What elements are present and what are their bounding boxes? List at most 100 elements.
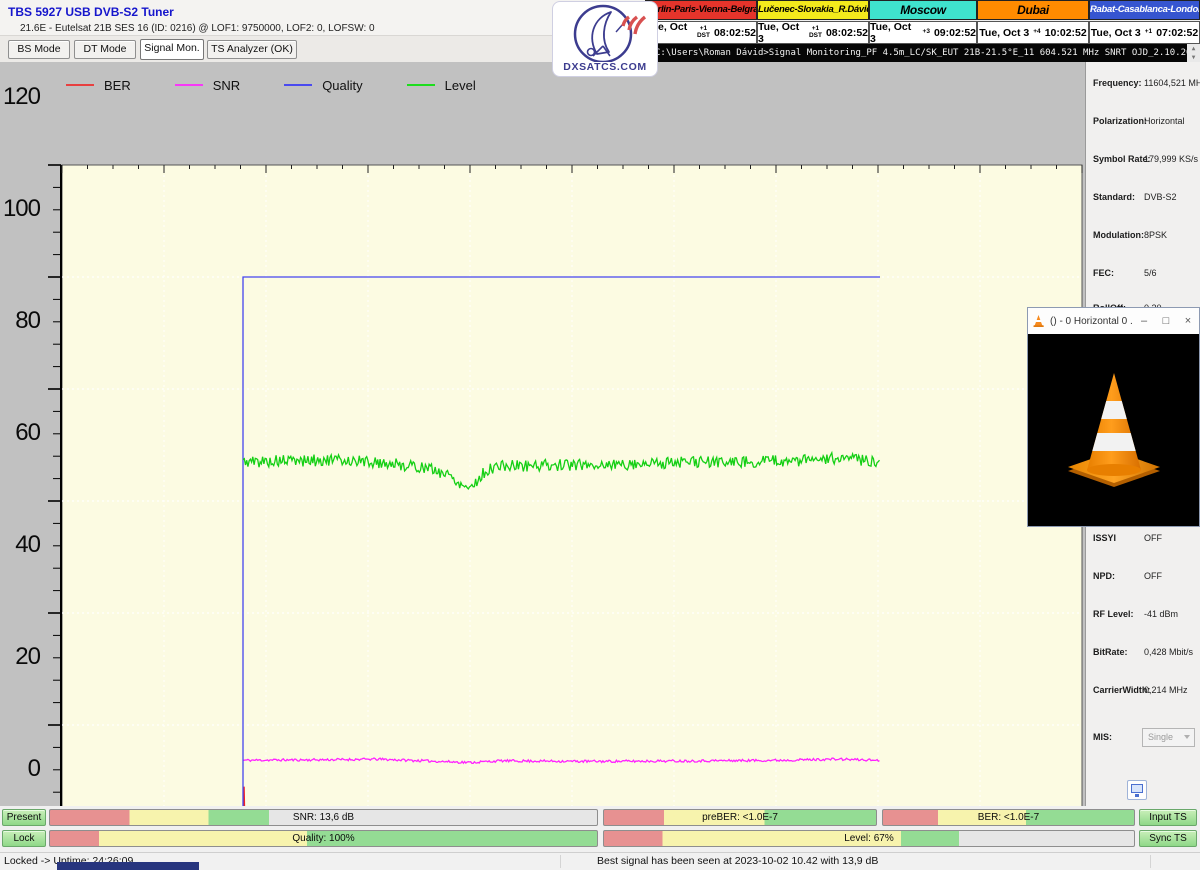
clock-time: 08:02:52 bbox=[826, 27, 868, 39]
signal-chart-region: BER SNR Quality Level 020406080100120 bbox=[0, 62, 1085, 806]
quality-value: Quality: 100% bbox=[50, 831, 597, 846]
clock-offset: +4 bbox=[1033, 29, 1040, 36]
y-tick-label: 40 bbox=[2, 531, 40, 559]
param-npd: NPD:OFF bbox=[1086, 571, 1200, 585]
legend-item-snr: SNR bbox=[175, 78, 240, 93]
param-polarization: Polarization:Horizontal bbox=[1086, 116, 1200, 130]
clock-lucenec: Lučenec-Slovakia_R.Dávid Tue, Oct 3+1DST… bbox=[757, 0, 869, 44]
vlc-window[interactable]: () - 0 Horizontal 0 ... – □ × bbox=[1027, 307, 1200, 527]
y-tick-label: 80 bbox=[2, 307, 40, 335]
maximize-icon[interactable]: □ bbox=[1155, 308, 1177, 334]
clock-dst: DST bbox=[809, 33, 822, 40]
param-fec: FEC:5/6 bbox=[1086, 268, 1200, 282]
satellite-dish-icon bbox=[553, 2, 657, 62]
clock-date: Tue, Oct 3 bbox=[870, 21, 919, 45]
level-progressbar: Level: 67% bbox=[603, 830, 1135, 847]
vlc-video-area[interactable] bbox=[1028, 334, 1199, 526]
header: TBS 5927 USB DVB-S2 Tuner 21.6E - Eutels… bbox=[0, 0, 645, 62]
param-mis: MIS: Single bbox=[1086, 732, 1200, 746]
taskbar-fragment[interactable] bbox=[57, 862, 199, 870]
y-tick-label: 20 bbox=[2, 643, 40, 671]
logo-text: DXSATCS.COM bbox=[553, 61, 657, 73]
panel-tool-button[interactable] bbox=[1127, 780, 1147, 800]
param-frequency: Frequency:11604,521 MHz bbox=[1086, 78, 1200, 92]
param-standard: Standard:DVB-S2 bbox=[1086, 192, 1200, 206]
param-carrierwidth: CarrierWidth:0,214 MHz bbox=[1086, 685, 1200, 699]
mis-value: Single bbox=[1148, 732, 1173, 742]
mis-dropdown[interactable]: Single bbox=[1142, 728, 1195, 747]
level-value: Level: 67% bbox=[604, 831, 1134, 846]
preber-progressbar: preBER: <1.0E-7 bbox=[603, 809, 877, 826]
vlc-titlebar[interactable]: () - 0 Horizontal 0 ... – □ × bbox=[1028, 308, 1199, 334]
ber-progressbar: BER: <1.0E-7 bbox=[882, 809, 1135, 826]
y-tick-label: 0 bbox=[2, 755, 40, 783]
clock-dst: DST bbox=[697, 33, 710, 40]
present-indicator[interactable]: Present bbox=[2, 809, 46, 826]
console-text: C:\Users\Roman Dávid>Signal Monitoring_P… bbox=[655, 48, 1200, 58]
clock-city-label: Berlin-Paris-Vienna-Belgrade bbox=[645, 0, 757, 20]
app-title: TBS 5927 USB DVB-S2 Tuner bbox=[8, 5, 174, 19]
console-line[interactable]: C:\Users\Roman Dávid>Signal Monitoring_P… bbox=[645, 44, 1200, 62]
legend-item-ber: BER bbox=[66, 78, 131, 93]
tab-strip: BS Mode DT Mode Signal Mon. TS Analyzer … bbox=[0, 36, 560, 62]
minimize-icon[interactable]: – bbox=[1133, 308, 1155, 334]
param-bitrate: BitRate:0,428 Mbit/s bbox=[1086, 647, 1200, 661]
snr-line-swatch bbox=[175, 84, 203, 86]
clock-dubai: Dubai Tue, Oct 3+410:02:52 bbox=[977, 0, 1089, 44]
tab-ts-analyzer[interactable]: TS Analyzer (OK) bbox=[207, 40, 297, 59]
scroll-up-icon[interactable]: ▲ bbox=[1187, 44, 1200, 53]
signal-plot bbox=[40, 157, 1086, 847]
tab-signal-mon[interactable]: Signal Mon. bbox=[140, 39, 204, 60]
param-symbol-rate: Symbol Rate:179,999 KS/s bbox=[1086, 154, 1200, 168]
sync-ts-indicator[interactable]: Sync TS bbox=[1139, 830, 1197, 847]
param-rf-level: RF Level:-41 dBm bbox=[1086, 609, 1200, 623]
clock-time: 08:02:52 bbox=[714, 27, 756, 39]
scroll-down-icon[interactable]: ▼ bbox=[1187, 53, 1200, 62]
legend-item-level: Level bbox=[407, 78, 476, 93]
param-modulation: Modulation:8PSK bbox=[1086, 230, 1200, 244]
tab-dt-mode[interactable]: DT Mode bbox=[74, 40, 136, 59]
snr-progressbar: SNR: 13,6 dB bbox=[49, 809, 598, 826]
clock-city-label: Dubai bbox=[977, 0, 1089, 20]
clock-date: Tue, Oct 3 bbox=[1091, 27, 1141, 39]
param-issyi: ISSYIOFF bbox=[1086, 533, 1200, 547]
clock-date: Tue, Oct 3 bbox=[979, 27, 1029, 39]
status-divider bbox=[1150, 855, 1151, 868]
input-ts-indicator[interactable]: Input TS bbox=[1139, 809, 1197, 826]
tab-bs-mode[interactable]: BS Mode bbox=[8, 40, 70, 59]
best-signal-status: Best signal has been seen at 2023-10-02 … bbox=[597, 855, 878, 867]
vlc-cone-logo bbox=[1062, 367, 1166, 493]
meters-section: Present Lock Input TS Sync TS SNR: 13,6 … bbox=[0, 806, 1200, 852]
console-scrollbar[interactable]: ▲ ▼ bbox=[1187, 44, 1200, 62]
legend-label: Quality bbox=[322, 78, 362, 93]
ber-value: BER: <1.0E-7 bbox=[883, 810, 1134, 825]
legend-label: SNR bbox=[213, 78, 240, 93]
clock-offset: +1 bbox=[1145, 29, 1152, 36]
clock-time: 09:02:52 bbox=[934, 27, 976, 39]
monitor-icon bbox=[1131, 784, 1143, 793]
close-icon[interactable]: × bbox=[1177, 308, 1199, 334]
clock-berlin: Berlin-Paris-Vienna-Belgrade Tue, Oct 3+… bbox=[645, 0, 757, 44]
level-line-swatch bbox=[407, 84, 435, 86]
dxsatcs-logo: DXSATCS.COM bbox=[552, 1, 658, 77]
clock-city-label: Lučenec-Slovakia_R.Dávid bbox=[757, 0, 869, 20]
vlc-cone-icon bbox=[1032, 314, 1045, 328]
legend-item-quality: Quality bbox=[284, 78, 362, 93]
snr-value: SNR: 13,6 dB bbox=[50, 810, 597, 825]
chevron-down-icon bbox=[1184, 735, 1190, 739]
legend-label: BER bbox=[104, 78, 131, 93]
y-tick-label: 100 bbox=[2, 195, 40, 223]
y-tick-label: 60 bbox=[2, 419, 40, 447]
ber-line-swatch bbox=[66, 84, 94, 86]
quality-line-swatch bbox=[284, 84, 312, 86]
lock-indicator[interactable]: Lock bbox=[2, 830, 46, 847]
clock-city-label: Moscow bbox=[869, 0, 977, 20]
clock-offset: +3 bbox=[923, 29, 930, 36]
chart-legend: BER SNR Quality Level bbox=[66, 77, 520, 93]
legend-label: Level bbox=[445, 78, 476, 93]
quality-progressbar: Quality: 100% bbox=[49, 830, 598, 847]
clock-date: Tue, Oct 3 bbox=[758, 21, 805, 45]
status-divider bbox=[560, 855, 561, 868]
tuner-subtitle: 21.6E - Eutelsat 21B SES 16 (ID: 0216) @… bbox=[20, 23, 375, 34]
clock-moscow: Moscow Tue, Oct 3 +3 09:02:52 bbox=[869, 0, 977, 44]
